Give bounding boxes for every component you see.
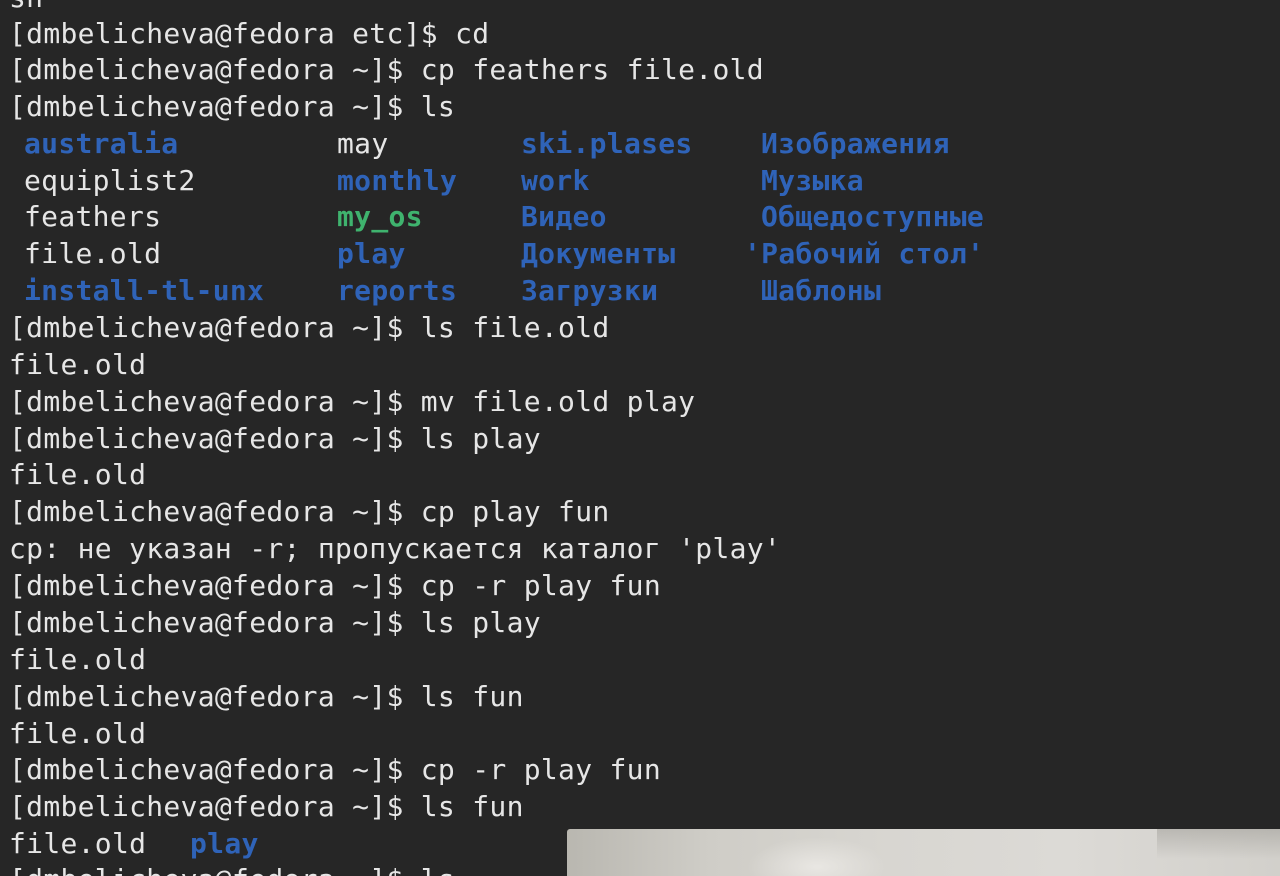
ls-entry: Шаблоны xyxy=(761,274,882,307)
terminal-line: [dmbelicheva@fedora ~]$ cp -r play fun xyxy=(9,569,661,602)
ls-entry: Общедоступные xyxy=(761,200,985,233)
photo-shadow xyxy=(1157,829,1280,859)
terminal-line: [dmbelicheva@fedora ~]$ ls fun xyxy=(9,680,524,713)
ls-fun-entry: file.old xyxy=(9,827,147,860)
terminal-line: file.old xyxy=(9,717,147,750)
ls-entry: australia xyxy=(24,127,179,160)
ls-entry: my_os xyxy=(337,200,423,233)
terminal-window[interactable]: sh [dmbelicheva@fedora etc]$ cd [dmbelic… xyxy=(0,0,1280,876)
terminal-line: sh xyxy=(9,0,43,16)
ls-entry: ski.plases xyxy=(521,127,693,160)
ls-entry: Загрузки xyxy=(521,274,659,307)
terminal-line: [dmbelicheva@fedora ~]$ ls xyxy=(9,862,455,876)
ls-entry: monthly xyxy=(337,164,458,197)
terminal-line: [dmbelicheva@fedora ~]$ ls play xyxy=(9,606,541,639)
ls-entry: work xyxy=(521,164,590,197)
terminal-line: file.old xyxy=(9,643,147,676)
terminal-line: [dmbelicheva@fedora ~]$ ls fun xyxy=(9,790,524,823)
terminal-line: [dmbelicheva@fedora ~]$ cp -r play fun xyxy=(9,753,661,786)
terminal-line: [dmbelicheva@fedora etc]$ cd xyxy=(9,17,490,50)
terminal-line: [dmbelicheva@fedora ~]$ ls xyxy=(9,90,456,123)
photo-highlight xyxy=(747,837,887,876)
overlay-photo-fragment xyxy=(567,829,1280,876)
terminal-line: [dmbelicheva@fedora ~]$ ls play xyxy=(9,422,541,455)
ls-entry: Музыка xyxy=(761,164,864,197)
ls-entry: file.old xyxy=(24,237,162,270)
ls-entry: install-tl-unx xyxy=(24,274,265,307)
terminal-line: [dmbelicheva@fedora ~]$ cp feathers file… xyxy=(9,53,764,86)
ls-entry: equiplist2 xyxy=(24,164,196,197)
ls-entry: Документы xyxy=(521,237,676,270)
ls-entry: Изображения xyxy=(761,127,950,160)
terminal-line: [dmbelicheva@fedora ~]$ cp play fun xyxy=(9,495,610,528)
ls-entry: play xyxy=(337,237,406,270)
terminal-line: cp: не указан -r; пропускается каталог '… xyxy=(9,532,782,565)
ls-entry: Видео xyxy=(521,200,607,233)
terminal-line: [dmbelicheva@fedora ~]$ mv file.old play xyxy=(9,385,696,418)
terminal-line: [dmbelicheva@fedora ~]$ ls file.old xyxy=(9,311,610,344)
terminal-line: file.old xyxy=(9,458,147,491)
ls-entry: may xyxy=(337,127,389,160)
ls-entry: reports xyxy=(337,274,458,307)
terminal-line: file.old xyxy=(9,348,147,381)
ls-entry: feathers xyxy=(24,200,162,233)
ls-entry: 'Рабочий стол' xyxy=(744,237,985,270)
ls-fun-entry: play xyxy=(190,827,259,860)
